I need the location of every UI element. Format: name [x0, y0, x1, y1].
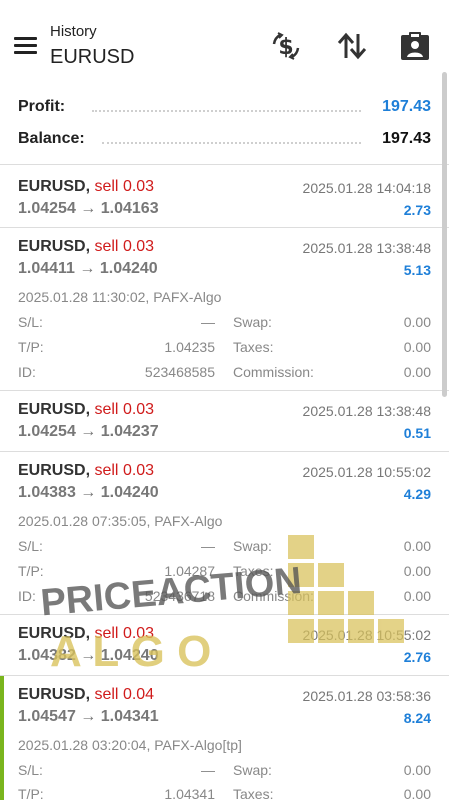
trade-profit: 2.73 — [403, 202, 431, 218]
dotted-leader — [92, 110, 361, 112]
trade-open-info: 2025.01.28 03:20:04, PAFX-Algo[tp] — [18, 737, 242, 753]
commission-value: 0.00 — [403, 588, 431, 604]
section-label: History — [50, 23, 97, 40]
id-value: 523436718 — [144, 588, 215, 604]
trade-profit: 2.76 — [403, 649, 431, 665]
taxes-label: Taxes: — [233, 563, 274, 579]
swap-value: 0.00 — [403, 314, 431, 330]
trade-symbol: EURUSD, sell 0.03 — [18, 238, 155, 255]
trade-prices: 1.04254 → 1.04163 — [18, 200, 159, 217]
sort-icon[interactable] — [336, 30, 368, 62]
balance-value: 197.43 — [382, 130, 431, 147]
trade-symbol: EURUSD, sell 0.03 — [18, 462, 155, 479]
trade-symbol: EURUSD, sell 0.03 — [18, 401, 155, 418]
id-label: ID: — [18, 364, 36, 380]
taxes-value: 0.00 — [403, 339, 431, 355]
dotted-leader — [102, 142, 361, 144]
top-app-bar: History EURUSD $ — [0, 0, 449, 92]
trade-close-time: 2025.01.28 14:04:18 — [302, 180, 431, 196]
swap-label: Swap: — [233, 538, 272, 554]
trade-close-time: 2025.01.28 13:38:48 — [302, 403, 431, 419]
sl-label: S/L: — [18, 314, 43, 330]
profit-value: 197.43 — [382, 98, 431, 115]
trade-profit: 4.29 — [403, 486, 431, 502]
trade-profit: 8.24 — [403, 710, 431, 726]
sl-value: — — [201, 538, 215, 554]
id-label: ID: — [18, 588, 36, 604]
trade-prices: 1.04547 → 1.04341 — [18, 708, 159, 725]
tp-value: 1.04235 — [164, 339, 215, 355]
currency-exchange-icon[interactable]: $ — [270, 30, 302, 62]
taxes-label: Taxes: — [233, 339, 274, 355]
trade-symbol: EURUSD, sell 0.03 — [18, 625, 155, 642]
profit-label: Profit: — [18, 98, 66, 115]
scrollbar[interactable] — [442, 72, 447, 397]
trade-symbol: EURUSD, sell 0.04 — [18, 686, 155, 703]
divider — [0, 675, 449, 676]
tp-label: T/P: — [18, 339, 44, 355]
balance-label: Balance: — [18, 130, 85, 147]
trade-close-time: 2025.01.28 03:58:36 — [302, 688, 431, 704]
balance-row: Balance: 197.43 — [0, 124, 449, 156]
id-value: 523468585 — [144, 364, 215, 380]
trade-open-info: 2025.01.28 07:35:05, PAFX-Algo — [18, 513, 223, 529]
taxes-value: 0.00 — [403, 563, 431, 579]
divider — [0, 451, 449, 452]
portfolio-icon[interactable] — [399, 30, 431, 62]
trade-profit: 5.13 — [403, 262, 431, 278]
trade-symbol: EURUSD, sell 0.03 — [18, 178, 155, 195]
commission-label: Commission: — [233, 364, 314, 380]
swap-label: Swap: — [233, 314, 272, 330]
account-summary: Profit: 197.43 Balance: 197.43 — [0, 92, 449, 156]
divider — [0, 390, 449, 391]
swap-label: Swap: — [233, 762, 272, 778]
swap-value: 0.00 — [403, 538, 431, 554]
symbol-title[interactable]: EURUSD — [50, 46, 134, 69]
divider — [0, 614, 449, 615]
profit-row: Profit: 197.43 — [0, 92, 449, 124]
swap-value: 0.00 — [403, 762, 431, 778]
trade-close-time: 2025.01.28 10:55:02 — [302, 464, 431, 480]
tp-value: 1.04287 — [164, 563, 215, 579]
divider — [0, 164, 449, 165]
trade-close-time: 2025.01.28 10:55:02 — [302, 627, 431, 643]
sl-label: S/L: — [18, 538, 43, 554]
trade-prices: 1.04254 → 1.04237 — [18, 423, 159, 440]
divider — [0, 227, 449, 228]
commission-label: Commission: — [233, 588, 314, 604]
trade-prices: 1.04411 → 1.04240 — [18, 260, 158, 277]
menu-icon[interactable] — [14, 37, 37, 54]
commission-value: 0.00 — [403, 364, 431, 380]
trade-prices: 1.04382 → 1.04240 — [18, 647, 159, 664]
sl-label: S/L: — [18, 762, 43, 778]
trade-open-info: 2025.01.28 11:30:02, PAFX-Algo — [18, 289, 222, 305]
sl-value: — — [201, 314, 215, 330]
tp-label: T/P: — [18, 563, 44, 579]
selected-indicator — [0, 676, 4, 800]
trade-prices: 1.04383 → 1.04240 — [18, 484, 159, 501]
trade-close-time: 2025.01.28 13:38:48 — [302, 240, 431, 256]
trade-profit: 0.51 — [403, 425, 431, 441]
sl-value: — — [201, 762, 215, 778]
